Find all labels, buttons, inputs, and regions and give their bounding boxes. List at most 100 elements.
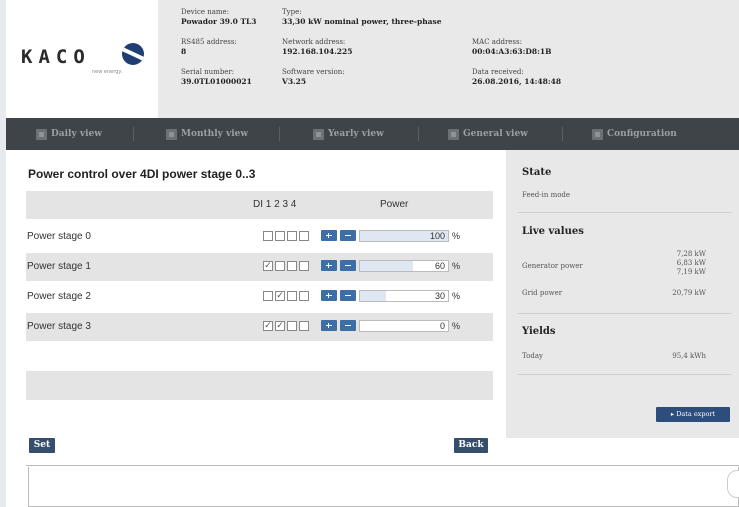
device-name-value: Powador 39.0 TL3 [181,17,257,26]
power-slider[interactable]: 60 [359,260,449,272]
nav-general-view[interactable]: General view [448,127,528,141]
di-1-checkbox[interactable] [263,231,273,241]
state-value: Feed-in mode [522,191,571,199]
calendar-month-icon [166,128,177,140]
power-value: 30 [434,291,445,301]
power-slider[interactable]: 0 [359,320,449,332]
di-4-checkbox[interactable] [299,231,309,241]
type-field: Type: 33,30 kW nominal power, three-phas… [282,8,442,26]
di-2-checkbox[interactable] [275,231,285,241]
di-2-checkbox[interactable]: ✓ [275,321,285,331]
power-stage-name: Power stage 3 [27,321,91,332]
serial-label: Serial number: [181,68,235,76]
di-1-checkbox[interactable]: ✓ [263,261,273,271]
nav-configuration[interactable]: Configuration [592,127,677,141]
nav-yearly-label: Yearly view [328,129,384,139]
di-4-checkbox[interactable] [299,261,309,271]
table-row: Power stage 3 ✓ ✓ 0% [26,313,493,341]
col-power-header: Power [380,199,409,210]
power-stage-name: Power stage 1 [27,261,91,272]
mac-field: MAC address: 00:04:A3:63:D8:1B [472,38,551,56]
di-2-checkbox[interactable] [275,261,285,271]
nav-separator [418,127,419,141]
power-value: 100 [429,231,445,241]
nav-monthly-label: Monthly view [181,129,249,139]
di-3-checkbox[interactable] [287,321,297,331]
increase-button[interactable] [321,230,337,241]
configuration-icon [592,128,603,140]
nav-separator [133,127,134,141]
software-label: Software version: [282,68,345,76]
table-row: Power stage 1 ✓ 60% [26,253,493,281]
di-3-checkbox[interactable] [287,261,297,271]
brand-tagline: new energy. [92,69,123,75]
network-label: Network address: [282,38,346,46]
scroll-handle[interactable] [727,470,739,498]
percent-unit: % [452,231,461,241]
brand-logo-text: KACO [21,46,91,68]
table-row: Power stage 2 ✓ 30% [26,283,493,311]
data-received-label: Data received: [472,68,524,76]
page-title: Power control over 4DI power stage 0..3 [28,167,256,181]
di-checkboxes: ✓ [263,291,309,301]
nav-general-label: General view [463,129,528,139]
nav-daily-view[interactable]: Daily view [36,127,102,141]
nav-separator [279,127,280,141]
empty-status-bar [26,371,493,400]
nav-yearly-view[interactable]: Yearly view [313,127,384,141]
device-name-field: Device name: Powador 39.0 TL3 [181,8,257,26]
power-slider[interactable]: 30 [359,290,449,302]
di-3-checkbox[interactable] [287,231,297,241]
set-button[interactable]: Set [29,438,55,453]
kaco-logo-icon [122,43,144,65]
network-field: Network address: 192.168.104.225 [282,38,352,56]
software-value: V3.25 [282,77,307,86]
di-checkboxes: ✓ ✓ [263,321,309,331]
percent-unit: % [452,261,461,271]
di-3-checkbox[interactable] [287,291,297,301]
nav-monthly-view[interactable]: Monthly view [166,127,248,141]
table-row: Power stage 0 100% [26,223,493,251]
increase-button[interactable] [321,290,337,301]
device-name-label: Device name: [181,8,230,16]
di-1-checkbox[interactable] [263,291,273,301]
rs485-value: 8 [181,47,187,56]
generator-power-phase-3: 7,19 kW [676,268,706,276]
live-values-title: Live values [522,226,584,237]
percent-unit: % [452,321,461,331]
nav-daily-label: Daily view [51,129,102,139]
increase-button[interactable] [321,260,337,271]
data-export-button[interactable]: ▸ Data export [656,407,730,422]
serial-field: Serial number: 39.0TL01000021 [181,68,252,86]
rs485-label: RS485 address: [181,38,237,46]
state-title: State [522,167,552,178]
panel-divider [518,212,732,213]
decrease-button[interactable] [340,290,356,301]
decrease-button[interactable] [340,260,356,271]
grid-power-label: Grid power [522,289,563,297]
di-1-checkbox[interactable]: ✓ [263,321,273,331]
power-value: 60 [434,261,445,271]
panel-divider [518,313,732,314]
decrease-button[interactable] [340,230,356,241]
device-info-panel: Device name: Powador 39.0 TL3 Type: 33,3… [158,0,739,118]
panel-divider [518,374,732,375]
grid-power-value: 20,79 kW [672,289,706,297]
power-value: 0 [439,321,445,331]
type-label: Type: [282,8,302,16]
di-checkboxes: ✓ [263,261,309,271]
divider [26,465,739,466]
increase-button[interactable] [321,320,337,331]
power-slider-fill [360,291,387,301]
power-slider[interactable]: 100 [359,230,449,242]
logo-area: KACO new energy. [6,0,158,118]
back-button[interactable]: Back [454,438,488,453]
today-value: 95,4 kWh [672,352,706,360]
decrease-button[interactable] [340,320,356,331]
di-2-checkbox[interactable]: ✓ [275,291,285,301]
di-4-checkbox[interactable] [299,321,309,331]
rs485-field: RS485 address: 8 [181,38,237,56]
generator-power-phase-1: 7,28 kW [676,250,706,258]
network-value: 192.168.104.225 [282,47,353,56]
di-4-checkbox[interactable] [299,291,309,301]
